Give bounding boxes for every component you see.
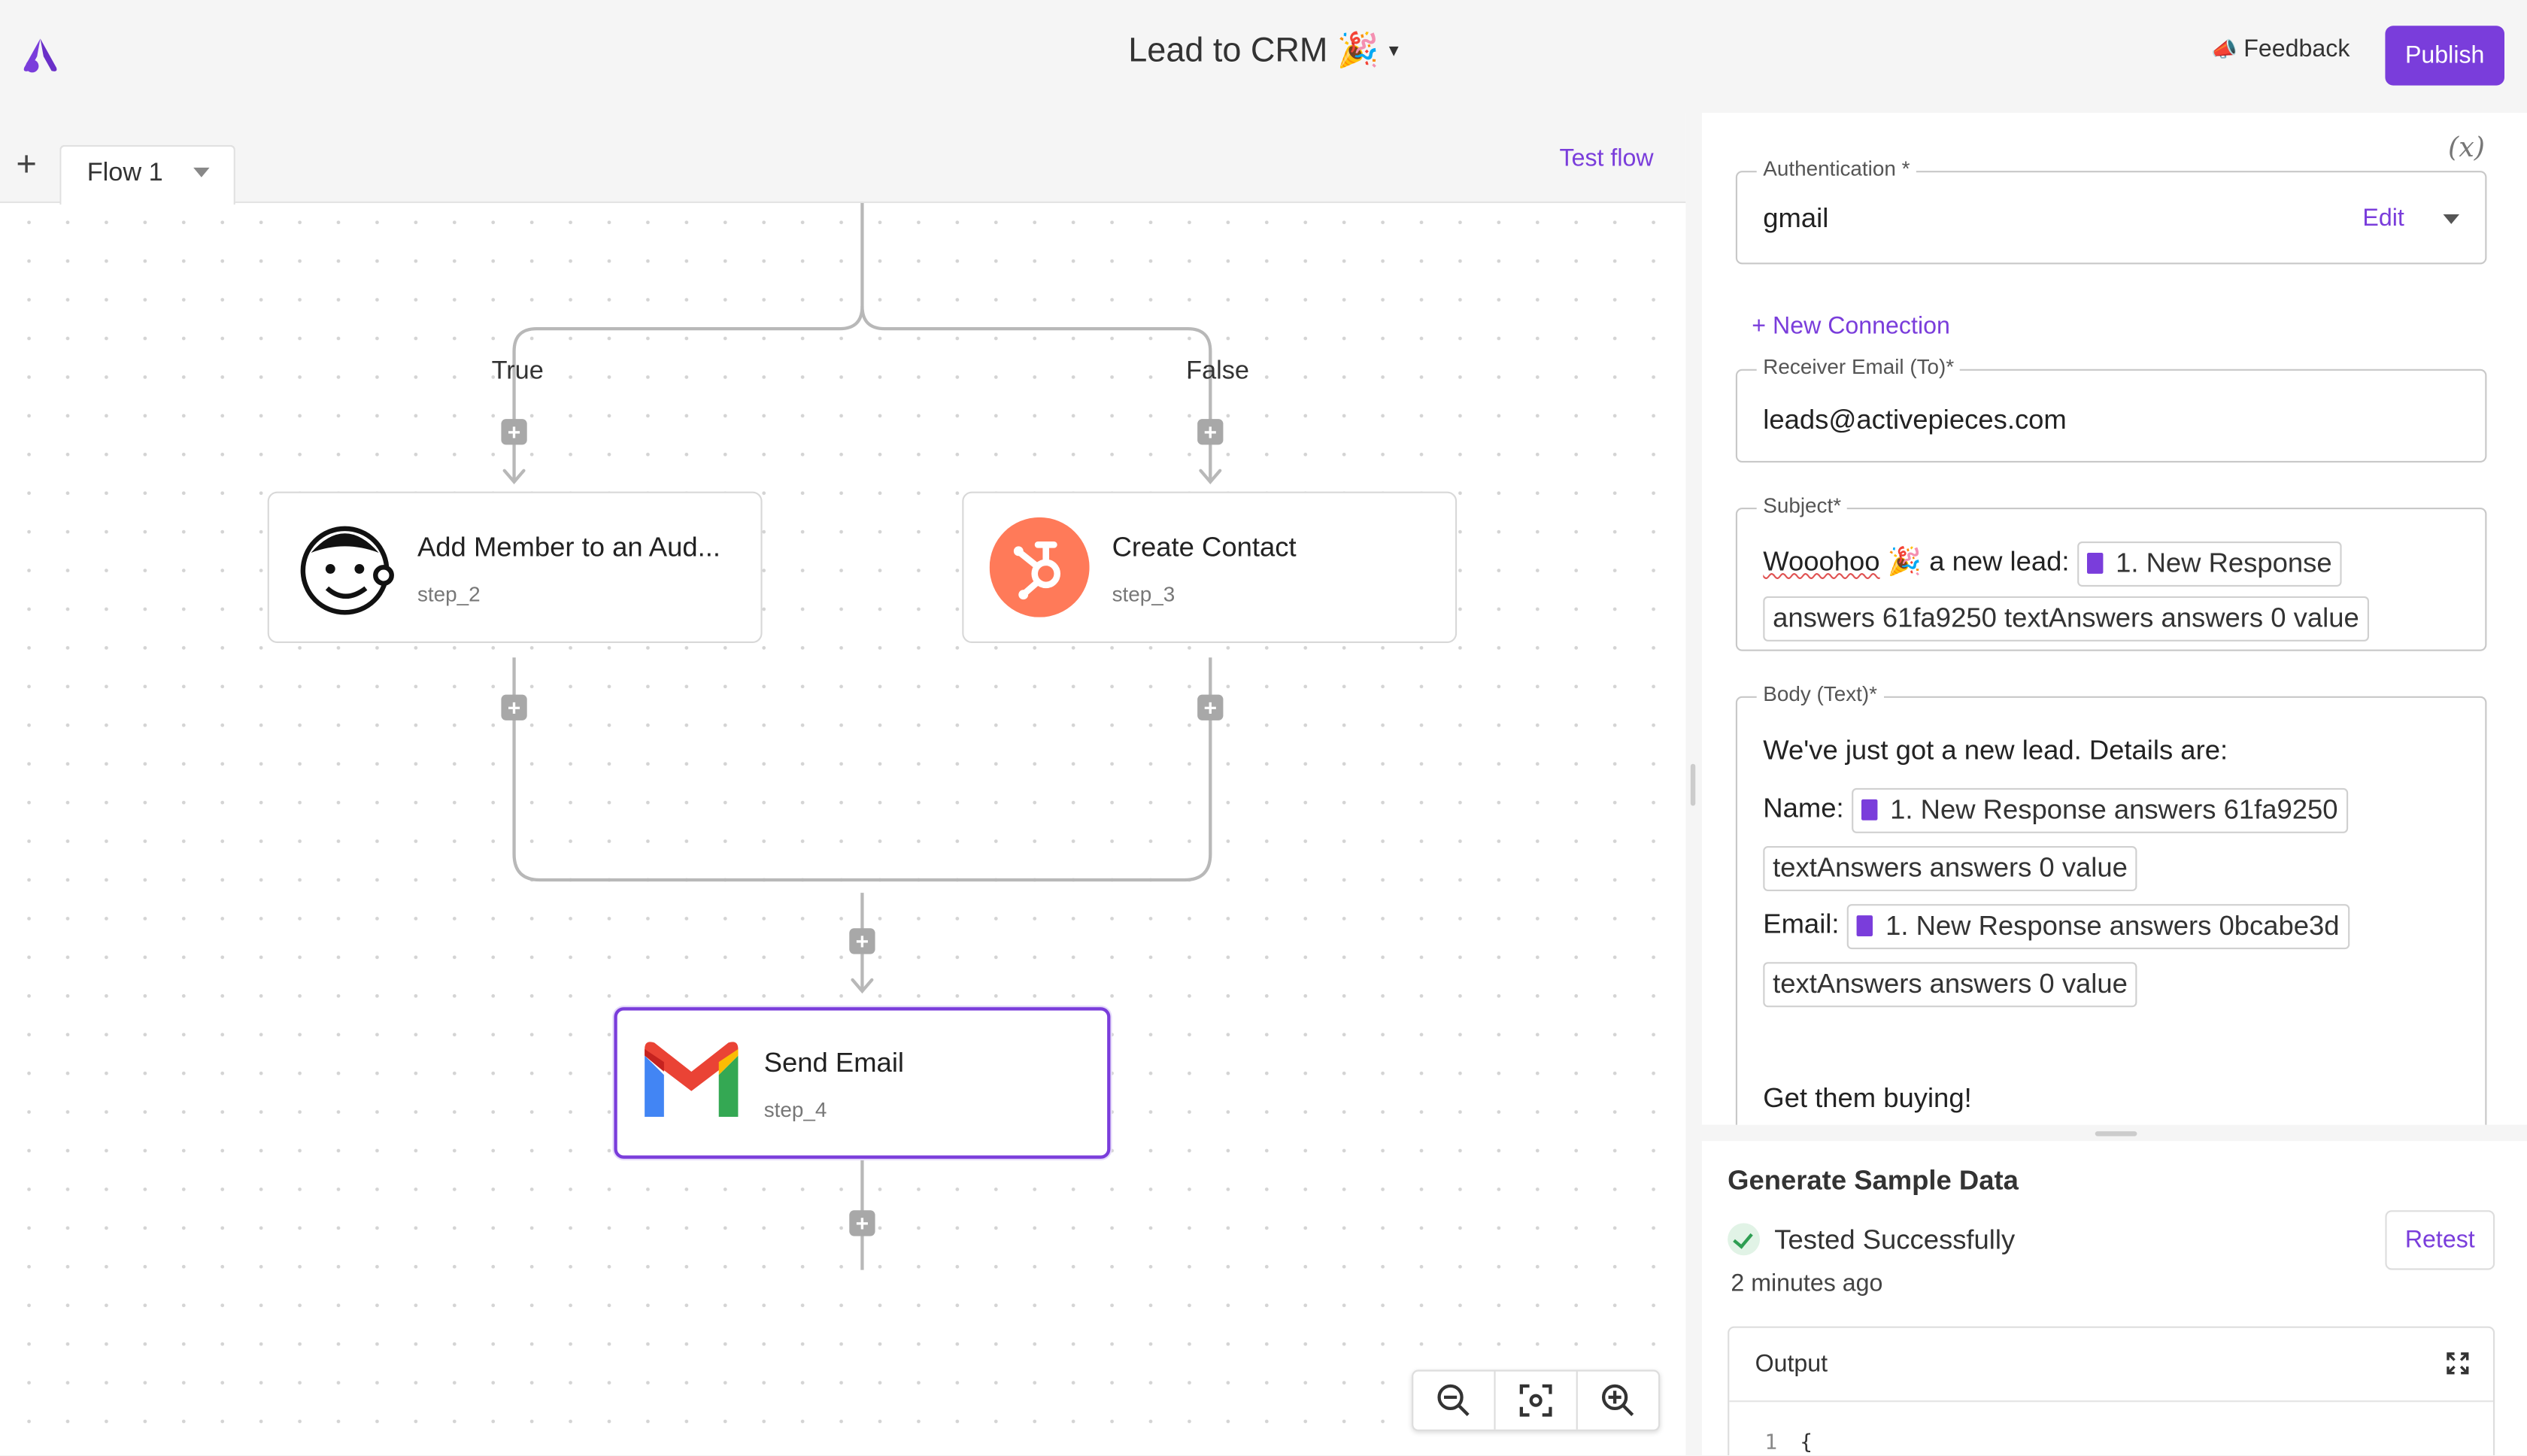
document-icon: [1856, 915, 1873, 936]
mailchimp-icon: [300, 526, 394, 615]
body-line: We've just got a new lead. Details are:: [1763, 735, 2228, 766]
test-status: Tested Successfully: [1728, 1223, 2015, 1257]
subject-text-a: Wooohoo: [1763, 546, 1880, 578]
retest-button[interactable]: Retest: [2385, 1210, 2495, 1270]
add-flow-icon[interactable]: +: [16, 146, 37, 181]
chip-text: 1. New Response: [2116, 547, 2332, 578]
data-token-chip[interactable]: 1. New Response answers 0bcabe3d: [1846, 903, 2350, 949]
body-text-label: Body (Text)*: [1756, 681, 1884, 706]
body-content: We've just got a new lead. Details are: …: [1763, 722, 2465, 1125]
branch-false-label: False: [1186, 357, 1249, 386]
caret-down-icon[interactable]: [2443, 214, 2459, 224]
step-node-send-email[interactable]: Send Email step_4: [614, 1007, 1111, 1159]
add-step-button[interactable]: +: [1197, 419, 1224, 445]
node-title: Create Contact: [1112, 532, 1297, 563]
flow-name-text: Lead to CRM 🎉: [1128, 32, 1379, 70]
flow-connectors: [502, 202, 1222, 1270]
body-text-field[interactable]: Body (Text)* We've just got a new lead. …: [1735, 681, 2487, 1125]
node-title: Send Email: [763, 1047, 905, 1078]
data-token-chip[interactable]: textAnswers answers 0 value: [1763, 845, 2137, 890]
hubspot-icon: [989, 517, 1090, 617]
subject-label: Subject*: [1756, 493, 1848, 517]
step-node-add-member[interactable]: Add Member to an Aud... step_2: [267, 491, 763, 643]
caret-down-icon[interactable]: [193, 167, 210, 177]
check-circle-icon: [1728, 1223, 1760, 1256]
publish-button[interactable]: Publish: [2385, 26, 2504, 86]
output-label: Output: [1755, 1350, 1828, 1379]
fit-view-button[interactable]: [1496, 1371, 1578, 1430]
chip-text: textAnswers answers 0 value: [1773, 967, 2128, 999]
test-flow-button[interactable]: Test flow: [1560, 145, 1654, 172]
zoom-out-icon: [1437, 1384, 1470, 1416]
test-status-text: Tested Successfully: [1774, 1224, 2016, 1256]
receiver-email-label: Receiver Email (To)*: [1756, 354, 1961, 379]
document-icon: [2086, 551, 2103, 573]
megaphone-icon: 📣: [2211, 37, 2237, 62]
step-settings-panel: (x) Authentication * gmail Edit + New Co…: [1701, 113, 2527, 1125]
flow-canvas[interactable]: + Flow 1 Test flow True False + + + + + …: [0, 113, 1686, 1455]
output-code: 1{: [1764, 1431, 1813, 1455]
data-token-chip[interactable]: textAnswers answers 0 value: [1763, 961, 2137, 1007]
output-panel: Output 1{: [1728, 1326, 2495, 1455]
body-name-label: Name:: [1763, 793, 1844, 824]
body-closing: Get them buying!: [1763, 1083, 1972, 1114]
receiver-email-value: leads@activepieces.com: [1763, 404, 2067, 435]
add-step-button[interactable]: +: [501, 419, 527, 445]
test-timestamp: 2 minutes ago: [1731, 1269, 1883, 1297]
chip-text: answers 61fa9250 textAnswers answers 0 v…: [1773, 602, 2359, 633]
zoom-out-button[interactable]: [1413, 1371, 1496, 1430]
data-token-chip[interactable]: answers 61fa9250 textAnswers answers 0 v…: [1763, 595, 2369, 641]
variable-icon[interactable]: (x): [2448, 132, 2485, 165]
node-step-id: step_2: [417, 581, 481, 606]
data-token-chip[interactable]: 1. New Response answers 61fa9250: [1851, 787, 2348, 833]
tab-flow-1[interactable]: Flow 1: [59, 144, 235, 205]
body-email-label: Email:: [1763, 908, 1840, 940]
chip-text: textAnswers answers 0 value: [1773, 851, 2128, 883]
feedback-button[interactable]: 📣 Feedback: [2211, 35, 2350, 62]
node-title: Add Member to an Aud...: [417, 532, 720, 563]
add-step-button[interactable]: +: [849, 928, 875, 954]
top-bar: Lead to CRM 🎉 ▾ 📣 Feedback Publish: [0, 0, 2527, 113]
add-step-button[interactable]: +: [1197, 694, 1224, 720]
resize-grip-icon: [1690, 763, 1696, 806]
zoom-in-button[interactable]: [1578, 1372, 1658, 1430]
panel-vertical-resize-handle[interactable]: [1701, 1124, 2527, 1142]
add-step-button[interactable]: +: [849, 1210, 875, 1236]
subject-content: Wooohoo 🎉 a new lead: 1. New Response an…: [1763, 535, 2465, 645]
branch-true-label: True: [491, 357, 544, 386]
step-node-create-contact[interactable]: Create Contact step_3: [962, 491, 1458, 643]
zoom-in-icon: [1602, 1384, 1634, 1416]
chip-text: 1. New Response answers 0bcabe3d: [1885, 909, 2340, 941]
edit-connection-link[interactable]: Edit: [2362, 205, 2404, 232]
flow-name[interactable]: Lead to CRM 🎉 ▾: [0, 32, 2527, 71]
zoom-controls: [1412, 1370, 1661, 1431]
code-line-number: 1: [1764, 1430, 1778, 1455]
flow-tabs-bar: + Flow 1 Test flow: [0, 113, 1686, 205]
subject-text-b: 🎉 a new lead:: [1887, 546, 2070, 578]
resize-grip-icon: [2095, 1131, 2137, 1136]
data-token-chip[interactable]: 1. New Response: [2077, 540, 2342, 586]
feedback-label: Feedback: [2243, 35, 2350, 63]
code-text: {: [1800, 1430, 1813, 1455]
fit-view-icon: [1519, 1384, 1552, 1417]
sample-data-title: Generate Sample Data: [1728, 1165, 2019, 1196]
subject-field[interactable]: Subject* Wooohoo 🎉 a new lead: 1. New Re…: [1735, 493, 2487, 651]
chevron-down-icon: ▾: [1388, 38, 1399, 62]
receiver-email-field[interactable]: Receiver Email (To)* leads@activepieces.…: [1735, 354, 2487, 463]
add-step-button[interactable]: +: [501, 694, 527, 720]
node-step-id: step_3: [1112, 581, 1176, 606]
node-step-id: step_4: [763, 1097, 827, 1122]
authentication-value: gmail: [1763, 203, 1829, 234]
chip-text: 1. New Response answers 61fa9250: [1890, 793, 2338, 825]
expand-icon[interactable]: [2445, 1351, 2471, 1376]
panel-resize-handle[interactable]: [1685, 113, 1702, 1455]
output-header: Output: [1729, 1328, 2493, 1403]
new-connection-button[interactable]: + New Connection: [1752, 313, 1950, 340]
authentication-select[interactable]: Authentication * gmail Edit: [1735, 156, 2487, 265]
sample-data-section: Generate Sample Data Tested Successfully…: [1701, 1141, 2527, 1455]
authentication-label: Authentication *: [1756, 156, 1917, 180]
gmail-icon: [645, 1042, 739, 1117]
document-icon: [1861, 798, 1878, 820]
tab-flow-1-label: Flow 1: [86, 159, 163, 187]
